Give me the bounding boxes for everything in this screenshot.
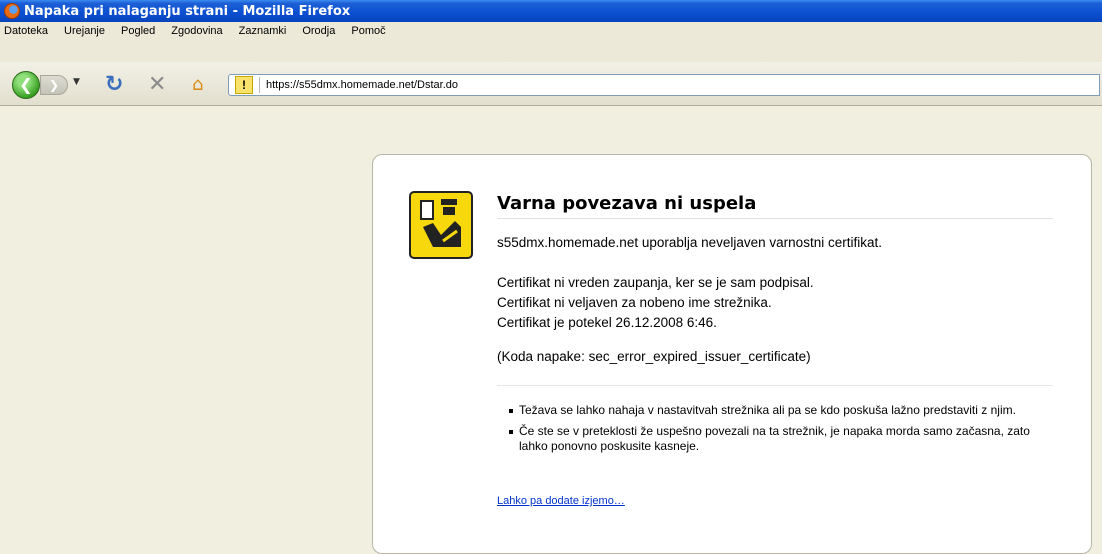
error-reason: Certifikat je potekel 26.12.2008 6:46.: [497, 315, 717, 330]
forward-arrow-icon: ❯: [48, 78, 60, 92]
menu-urejanje[interactable]: Urejanje: [64, 25, 105, 37]
url-separator: [259, 77, 260, 93]
error-title: Varna povezava ni uspela: [497, 193, 1053, 219]
url-bar[interactable]: ! https://s55dmx.homemade.net/Dstar.do: [228, 74, 1100, 96]
firefox-logo-icon: [4, 3, 20, 19]
url-text[interactable]: https://s55dmx.homemade.net/Dstar.do: [266, 79, 458, 91]
error-summary: s55dmx.homemade.net uporablja neveljaven…: [497, 235, 882, 250]
menu-pogled[interactable]: Pogled: [121, 25, 155, 37]
window-title: Napaka pri nalaganju strani - Mozilla Fi…: [24, 3, 351, 19]
page-content: Varna povezava ni uspela s55dmx.homemade…: [0, 106, 1102, 554]
stop-icon[interactable]: ✕: [148, 72, 166, 97]
error-reason: Certifikat ni vreden zaupanja, ker se je…: [497, 275, 814, 290]
tip-item: Če ste se v preteklosti že uspešno povez…: [509, 424, 1049, 454]
menu-zgodovina[interactable]: Zgodovina: [171, 25, 222, 37]
menu-bar: Datoteka Urejanje Pogled Zgodovina Zazna…: [0, 22, 1102, 62]
add-exception-link[interactable]: Lahko pa dodate izjemo…: [497, 495, 625, 507]
menu-pomoc[interactable]: Pomoč: [351, 25, 385, 37]
divider: [497, 385, 1053, 386]
navigation-toolbar: ❮ ❯ ▼ ↻ ✕ ⌂ ! https://s55dmx.homemade.ne…: [0, 62, 1102, 106]
back-arrow-icon: ❮: [19, 75, 33, 94]
error-box: Varna povezava ni uspela s55dmx.homemade…: [372, 154, 1092, 554]
menu-orodja[interactable]: Orodja: [302, 25, 335, 37]
window-titlebar: Napaka pri nalaganju strani - Mozilla Fi…: [0, 0, 1102, 22]
security-warning-icon[interactable]: !: [235, 76, 253, 94]
forward-button[interactable]: ❯: [40, 75, 68, 95]
tip-item: Težava se lahko nahaja v nastavitvah str…: [509, 403, 1049, 418]
home-icon[interactable]: ⌂: [192, 74, 203, 95]
error-code: (Koda napake: sec_error_expired_issuer_c…: [497, 349, 811, 364]
menu-zaznamki[interactable]: Zaznamki: [239, 25, 287, 37]
certificate-error-icon: [409, 191, 473, 259]
reload-icon[interactable]: ↻: [105, 72, 123, 97]
back-button[interactable]: ❮: [12, 71, 40, 99]
officer-icon: [420, 199, 461, 247]
tips-list: Težava se lahko nahaja v nastavitvah str…: [509, 403, 1049, 460]
menu-datoteka[interactable]: Datoteka: [4, 25, 48, 37]
error-reason: Certifikat ni veljaven za nobeno ime str…: [497, 295, 772, 310]
history-dropdown-icon[interactable]: ▼: [73, 77, 80, 87]
